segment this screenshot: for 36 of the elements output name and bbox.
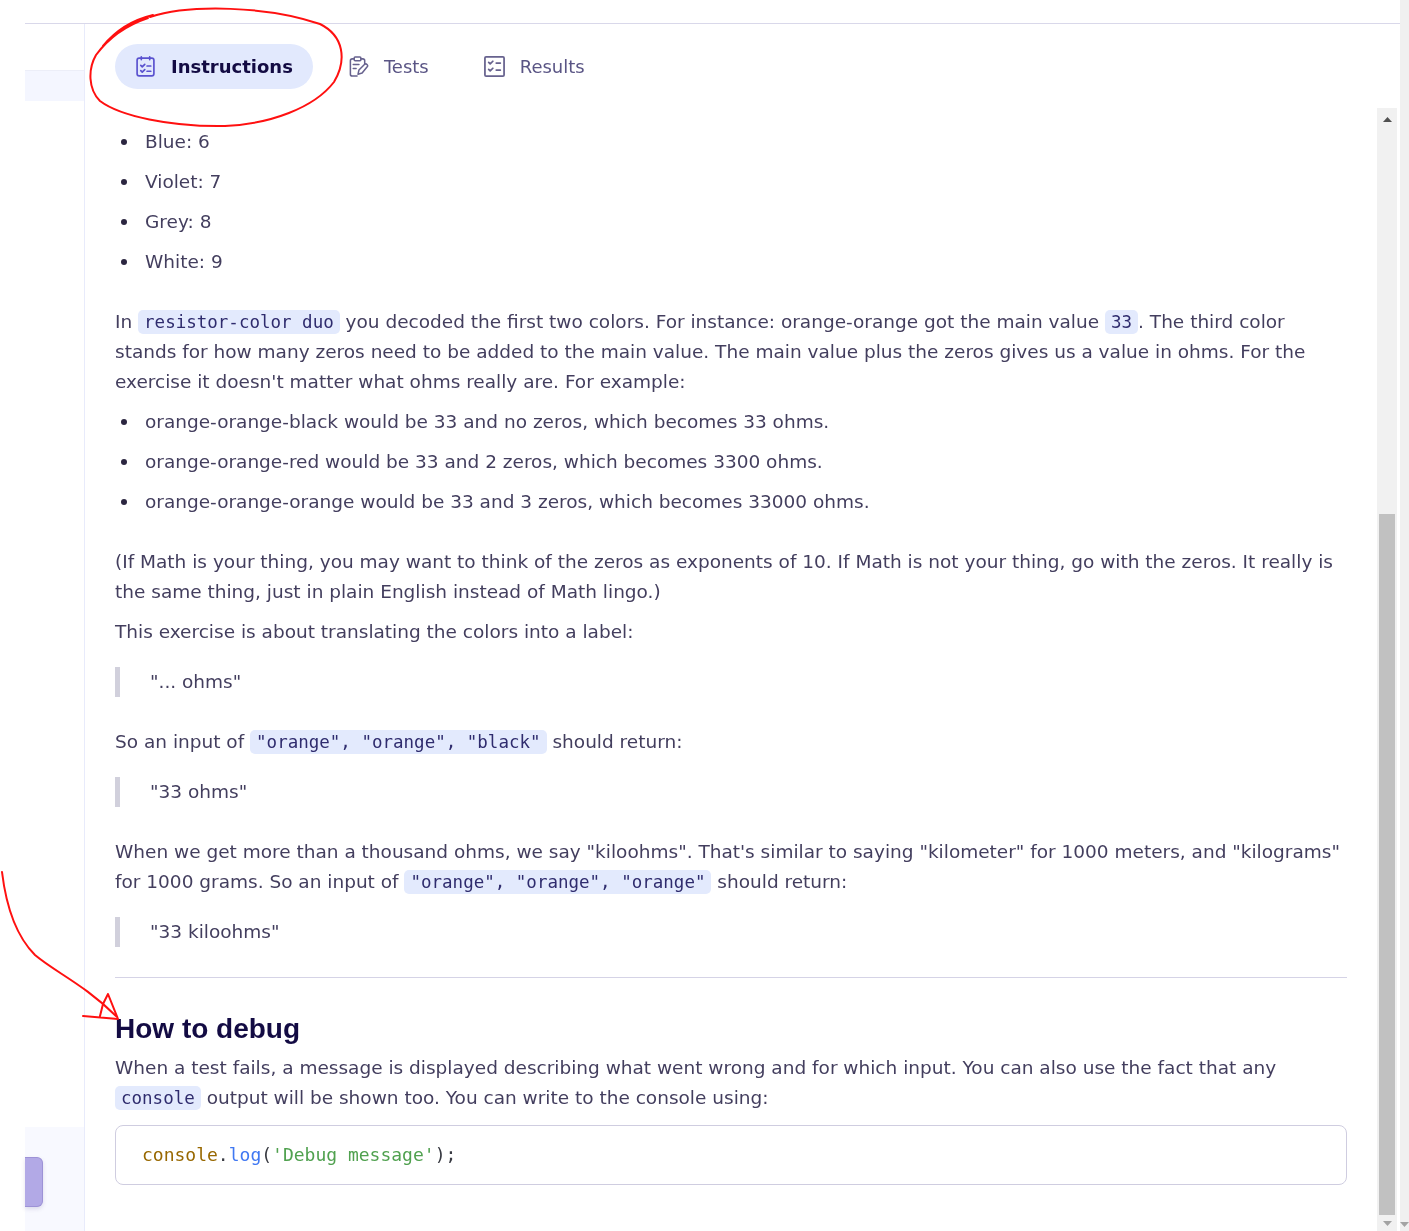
list-item: Violet: 7: [145, 170, 222, 194]
bullet-icon: [121, 219, 127, 225]
list-item: orange-orange-red would be 33 and 2 zeros, which becomes 3300 ohms.: [145, 450, 823, 474]
scroll-up-arrow-icon[interactable]: [1382, 116, 1392, 122]
list-item: orange-orange-orange would be 33 and 3 zeros, which becomes 33000 ohms.: [145, 490, 870, 514]
list-item: Blue: 6: [145, 130, 210, 154]
list-item: orange-orange-black would be 33 and no zeros, which becomes 33 ohms.: [145, 410, 830, 434]
bullet-icon: [121, 139, 127, 145]
blockquote: "33 ohms": [115, 777, 1347, 807]
scrollbar-thumb[interactable]: [1379, 514, 1395, 1215]
bullet-icon: [121, 499, 127, 505]
section-heading: How to debug: [115, 1015, 302, 1043]
clipboard-pencil-icon: [347, 56, 369, 77]
scrollbar[interactable]: [1377, 108, 1397, 1231]
paragraph: When a test fails, a message is displayed describing what went wrong and for which input. You can also use the fact that any console output will be shown too. You can write to the console using:: [115, 1056, 1278, 1112]
paragraph: So an input of "orange", "orange", "black" should return:: [115, 729, 684, 756]
bullet-icon: [121, 459, 127, 465]
bullet-icon: [121, 419, 127, 425]
blockquote: "33 kiloohms": [115, 917, 1347, 947]
blockquote: "... ohms": [115, 667, 1347, 697]
list-item: Grey: 8: [145, 210, 212, 234]
checklist-icon: [483, 56, 505, 77]
tab[interactable]: Tests: [327, 44, 449, 89]
side-tab-button[interactable]: [25, 1157, 43, 1207]
calendar-checklist-icon: [135, 56, 156, 77]
paragraph: This exercise is about translating the colors into a label:: [115, 620, 635, 644]
bullet-icon: [121, 179, 127, 185]
paragraph: (If Math is your thing, you may want to think of the zeros as exponents of 10. If Math is not your thing, go with the zeros. It really is the same thing, just in plain English instead of Math lingo.): [115, 550, 1334, 604]
code-block: console.log('Debug message');: [115, 1125, 1347, 1185]
paragraph: When we get more than a thousand ohms, we say "kiloohms". That's similar to saying "kilometer" for 1000 meters, and "kilograms" for 1000 grams. So an input of "orange", "orange", "orange" should return:: [115, 840, 1341, 896]
list-item: White: 9: [145, 250, 223, 274]
paragraph: In resistor-color duo you decoded the first two colors. For instance: orange-orange got the main value 33 . The third color stands for how many zeros need to be added to the main value. The main value plus the zeros gives us a value in ohms. For the exercise it doesn't matter what ohms really are. For example:: [115, 309, 1307, 394]
bullet-icon: [121, 259, 127, 265]
tab[interactable]: Instructions: [115, 44, 313, 89]
scrollbar[interactable]: [1400, 0, 1409, 1231]
tab[interactable]: Results: [463, 44, 605, 89]
